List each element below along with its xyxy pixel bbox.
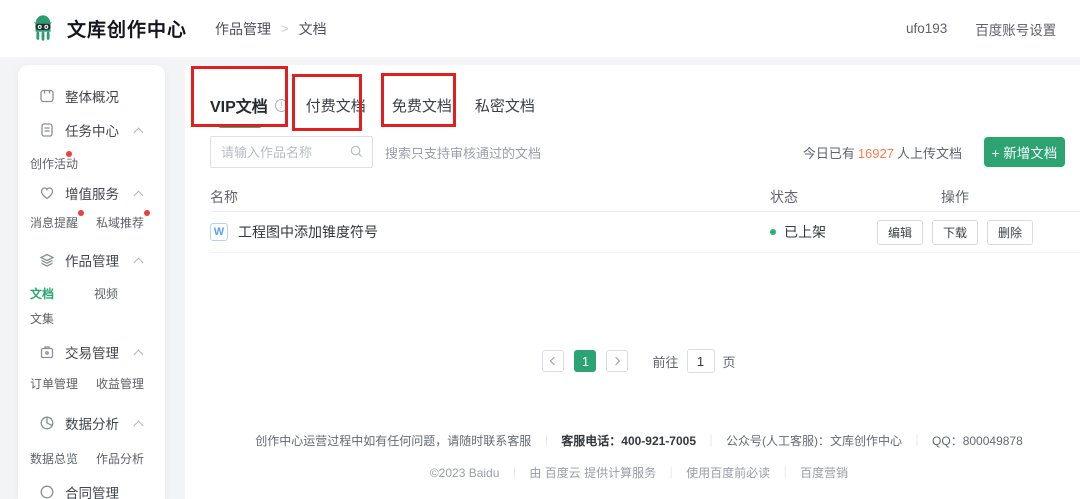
top-header: 文库创作中心 作品管理 > 文档 ufo193 百度账号设置 退出 <box>0 0 1080 57</box>
sidebar-item-task-center[interactable]: 任务中心 <box>38 119 155 141</box>
chevron-right-icon <box>612 357 620 365</box>
sidebar-subitem-data-overview[interactable]: 数据总览 <box>30 450 78 467</box>
sidebar-item-works-management[interactable]: 作品管理 <box>38 249 155 271</box>
upload-stats: 今日已有16927人上传文档 <box>803 143 962 162</box>
notification-dot <box>78 210 84 216</box>
notification-dot <box>66 151 72 157</box>
sidebar-item-data-analysis[interactable]: 数据分析 <box>38 412 155 434</box>
sidebar: 整体概况 任务中心 创作活动 增值服务 消息提醒 私域 <box>18 65 165 499</box>
tab-private-docs[interactable]: 私密文档 <box>475 95 535 116</box>
copyright: ©2023 Baidu <box>430 466 500 480</box>
search-icon[interactable] <box>349 144 364 159</box>
document-title: 工程图中添加锥度符号 <box>238 222 378 242</box>
pie-chart-icon <box>38 415 55 432</box>
breadcrumb: 作品管理 > 文档 <box>215 0 327 57</box>
sidebar-subitem-works-analysis[interactable]: 作品分析 <box>96 450 144 467</box>
status-text: 已上架 <box>784 222 826 242</box>
breadcrumb-current: 文档 <box>299 19 327 39</box>
search-box <box>210 136 373 168</box>
contract-icon <box>38 484 55 499</box>
username[interactable]: ufo193 <box>906 21 947 36</box>
sidebar-item-label: 作品管理 <box>65 250 119 270</box>
sidebar-item-label: 任务中心 <box>65 120 119 140</box>
sidebar-item-label: 数据分析 <box>65 413 119 433</box>
chevron-up-icon[interactable] <box>134 127 144 137</box>
footer-copyright-line: ©2023 Baidu｜由 百度云 提供计算服务｜使用百度前必读｜百度营销 <box>210 464 1068 481</box>
overview-icon <box>38 88 55 105</box>
annotation-box-free-docs <box>381 73 456 127</box>
word-doc-icon: W <box>210 223 228 241</box>
sidebar-subitem-earnings[interactable]: 收益管理 <box>96 375 144 392</box>
sidebar-subitem-private-recommend[interactable]: 私域推荐 <box>96 214 144 231</box>
chevron-up-icon[interactable] <box>134 190 144 200</box>
sidebar-item-value-services[interactable]: 增值服务 <box>38 182 155 204</box>
chevron-up-icon[interactable] <box>134 257 144 267</box>
edit-button[interactable]: 编辑 <box>877 220 923 245</box>
documents-table: 名称 状态 操作 W 工程图中添加锥度符号 已上架 编辑 下载 删除 <box>210 183 1080 253</box>
sidebar-subrow: 数据总览 作品分析 <box>30 449 165 467</box>
breadcrumb-separator: > <box>281 21 289 36</box>
wechat-account: 公众号(人工客服)：文库创作中心 <box>726 434 902 448</box>
delete-button[interactable]: 删除 <box>987 220 1033 245</box>
search-hint: 搜索只支持审核通过的文档 <box>385 143 541 162</box>
sidebar-item-label: 交易管理 <box>65 342 119 362</box>
cloud-provider: 由 百度云 提供计算服务 <box>529 466 656 480</box>
briefcase-icon <box>38 344 55 361</box>
sidebar-item-label: 合同管理 <box>65 482 119 499</box>
qq-account: QQ：800049878 <box>932 434 1023 448</box>
sidebar-subrow: 创作活动 <box>30 154 165 172</box>
page-root: 文库创作中心 作品管理 > 文档 ufo193 百度账号设置 退出 整体概况 任… <box>0 0 1080 499</box>
upload-count: 16927 <box>858 146 894 161</box>
footer-support-line: 创作中心运营过程中如有任何问题，请随时联系客服｜客服电话：400-921-700… <box>210 432 1068 449</box>
baidu-marketing-link[interactable]: 百度营销 <box>800 466 848 480</box>
column-header-actions: 操作 <box>875 187 1035 207</box>
sidebar-subitem-videos[interactable]: 视频 <box>94 285 142 302</box>
toolbar: 搜索只支持审核通过的文档 今日已有16927人上传文档 + 新增文档 <box>210 136 1068 168</box>
sidebar-subrow: 文档 视频 <box>30 284 165 302</box>
heart-icon <box>38 185 55 202</box>
download-button[interactable]: 下载 <box>932 220 978 245</box>
sidebar-subrow: 文集 <box>30 309 165 327</box>
baidu-notice-link[interactable]: 使用百度前必读 <box>686 466 770 480</box>
column-header-status: 状态 <box>770 187 875 207</box>
table-row: W 工程图中添加锥度符号 已上架 编辑 下载 删除 <box>210 212 1080 253</box>
sidebar-item-contract-management[interactable]: 合同管理 <box>38 481 155 499</box>
sidebar-subitem-orders[interactable]: 订单管理 <box>30 375 78 392</box>
sidebar-subitem-message-reminder[interactable]: 消息提醒 <box>30 214 78 231</box>
task-icon <box>38 122 55 139</box>
chevron-up-icon[interactable] <box>134 349 144 359</box>
brand-logo[interactable]: 文库创作中心 <box>28 13 187 43</box>
layers-icon <box>38 252 55 269</box>
sidebar-subrow: 订单管理 收益管理 <box>30 374 165 392</box>
chevron-left-icon <box>550 357 558 365</box>
sidebar-subitem-creation-activity[interactable]: 创作活动 <box>30 155 78 172</box>
sidebar-item-overview[interactable]: 整体概况 <box>38 85 155 107</box>
add-document-button[interactable]: + 新增文档 <box>984 137 1065 167</box>
breadcrumb-section[interactable]: 作品管理 <box>215 19 271 39</box>
sidebar-item-label: 整体概况 <box>65 86 119 106</box>
sidebar-item-label: 增值服务 <box>65 183 119 203</box>
notification-dot <box>144 210 150 216</box>
header-user-area: ufo193 百度账号设置 退出 <box>906 0 1080 57</box>
sidebar-item-trade-management[interactable]: 交易管理 <box>38 341 155 363</box>
service-phone: 客服电话：400-921-7005 <box>561 434 696 448</box>
sidebar-subrow: 消息提醒 私域推荐 <box>30 213 165 231</box>
annotation-box-paid-docs <box>292 74 362 131</box>
squid-logo-icon <box>28 13 58 43</box>
brand-name: 文库创作中心 <box>67 15 187 42</box>
sidebar-subitem-collections[interactable]: 文集 <box>30 310 78 327</box>
chevron-up-icon[interactable] <box>134 420 144 430</box>
footer: 创作中心运营过程中如有任何问题，请随时联系客服｜客服电话：400-921-700… <box>210 367 1068 481</box>
table-header-row: 名称 状态 操作 <box>210 183 1080 212</box>
sidebar-subitem-documents[interactable]: 文档 <box>30 285 76 302</box>
annotation-box-vip-docs <box>191 66 288 127</box>
account-settings-link[interactable]: 百度账号设置 <box>975 19 1056 39</box>
status-dot <box>770 229 776 235</box>
column-header-name: 名称 <box>210 187 770 207</box>
